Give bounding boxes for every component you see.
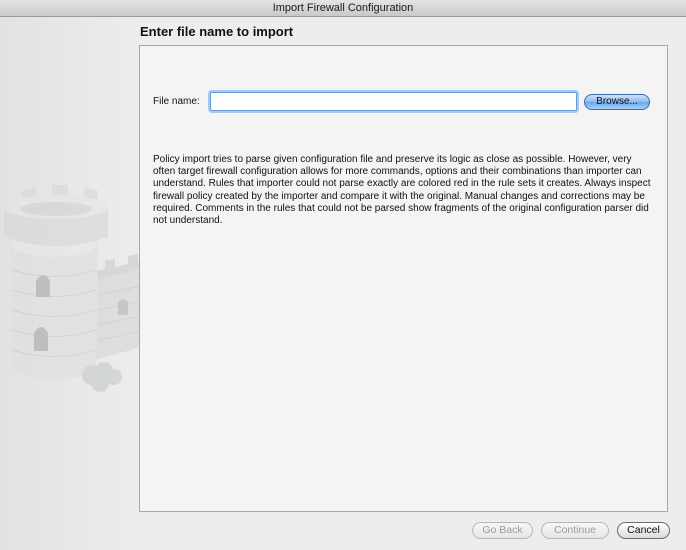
- file-name-label: File name:: [153, 96, 200, 107]
- window-titlebar: Import Firewall Configuration: [0, 0, 686, 17]
- import-description: Policy import tries to parse given confi…: [153, 154, 651, 227]
- dialog-body: Enter file name to import File name: Bro…: [0, 17, 686, 550]
- page-title: Enter file name to import: [140, 24, 294, 39]
- cancel-button[interactable]: Cancel: [617, 522, 670, 539]
- file-name-input[interactable]: [210, 92, 577, 111]
- browse-button[interactable]: Browse...: [584, 94, 650, 110]
- window-title: Import Firewall Configuration: [272, 2, 414, 14]
- go-back-button[interactable]: Go Back: [472, 522, 533, 539]
- continue-button[interactable]: Continue: [541, 522, 609, 539]
- import-panel: [139, 45, 668, 512]
